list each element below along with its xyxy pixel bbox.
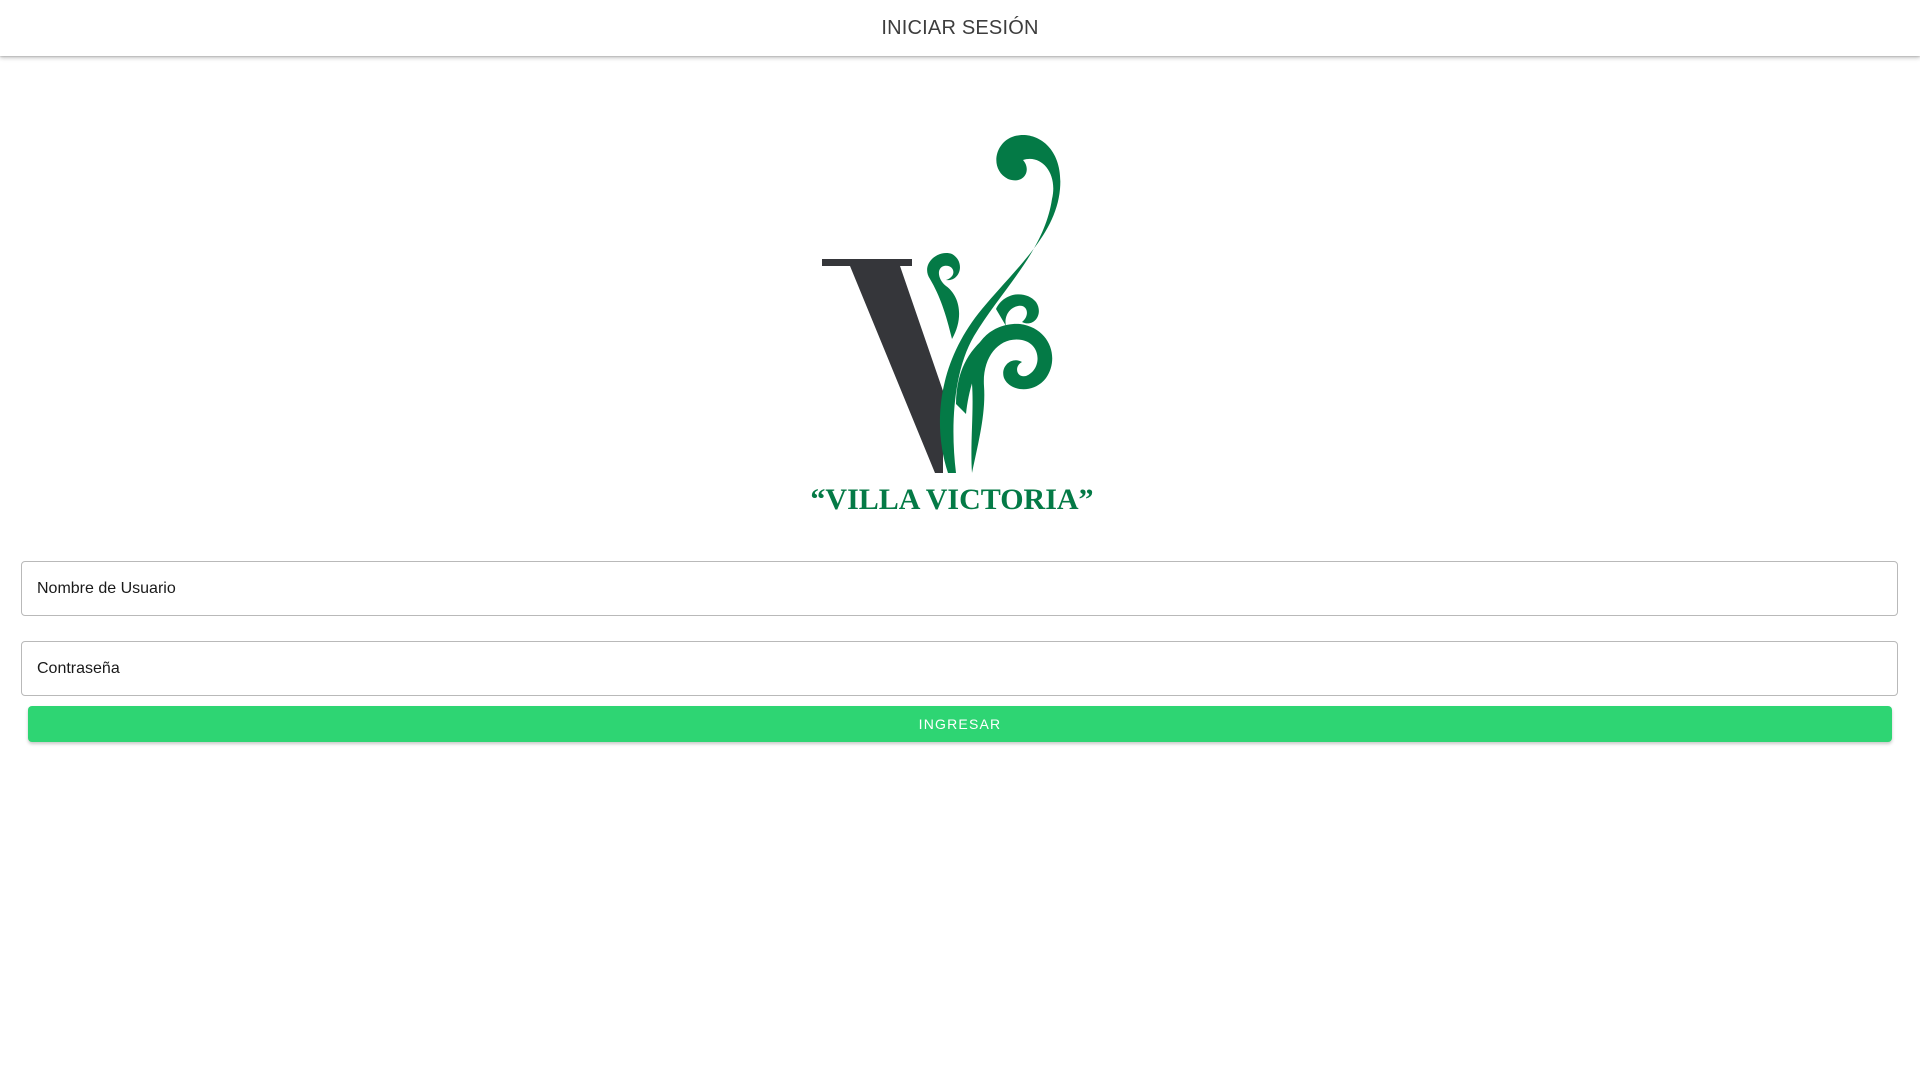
username-field[interactable] <box>21 561 1898 616</box>
page-title: INICIAR SESIÓN <box>881 16 1039 39</box>
password-input[interactable] <box>22 642 1897 695</box>
login-screen: INICIAR SESIÓN “VILLA VICTORIA” INGRESAR <box>0 0 1920 1080</box>
logo-text: “VILLA VICTORIA” <box>810 483 1093 516</box>
villa-victoria-logo: “VILLA VICTORIA” <box>760 104 1160 544</box>
username-input[interactable] <box>22 562 1897 615</box>
password-field[interactable] <box>21 641 1898 696</box>
app-header: INICIAR SESIÓN <box>0 0 1920 56</box>
login-button[interactable]: INGRESAR <box>28 706 1892 742</box>
logo-v-letter <box>822 259 943 473</box>
